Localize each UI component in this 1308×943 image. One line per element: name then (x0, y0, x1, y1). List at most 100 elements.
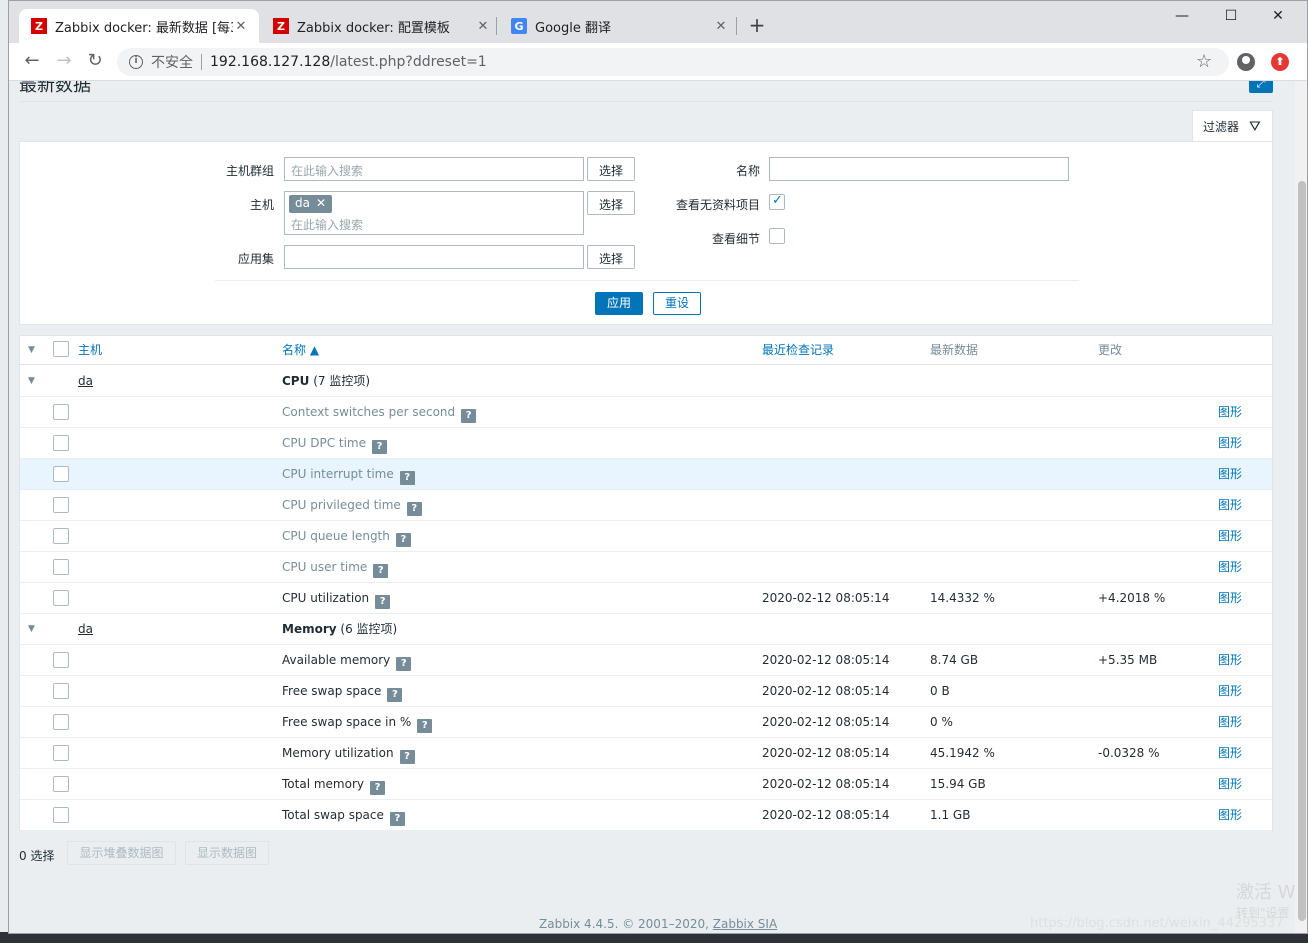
tab-strip: Z Zabbix docker: 最新数据 [每30秒 ✕ Z Zabbix d… (9, 1, 1307, 43)
extension-icon[interactable]: ⬆ (1271, 53, 1289, 71)
divider (19, 101, 1273, 102)
graph-link[interactable]: 图形 (1218, 676, 1242, 706)
host-group-input[interactable]: 在此输入搜索 (284, 157, 584, 181)
collapse-group-icon[interactable]: ▼ (28, 614, 35, 644)
help-icon[interactable]: ? (375, 595, 391, 609)
page-scrollbar[interactable] (1295, 81, 1307, 933)
column-last-check[interactable]: 最近检查记录 (762, 336, 834, 364)
item-count: (7 监控项) (313, 374, 371, 388)
filter-tab[interactable]: 过滤器 ⛛ (1192, 110, 1273, 142)
table-row: Context switches per second? 图形 (20, 397, 1272, 428)
forward-icon[interactable]: → (53, 51, 75, 73)
graph-link[interactable]: 图形 (1218, 428, 1242, 458)
tab-close-icon[interactable]: ✕ (713, 19, 729, 34)
scroll-thumb[interactable] (1298, 181, 1306, 921)
help-icon[interactable]: ? (387, 688, 403, 702)
help-icon[interactable]: ? (461, 409, 477, 423)
last-value: 15.94 GB (930, 777, 986, 791)
item-name-cell: Context switches per second? (282, 397, 477, 427)
row-checkbox[interactable] (53, 435, 69, 451)
row-checkbox[interactable] (53, 807, 69, 823)
host-link[interactable]: da (78, 614, 93, 644)
stacked-graph-button[interactable]: 显示堆叠数据图 (67, 841, 176, 865)
graph-link[interactable]: 图形 (1218, 707, 1242, 737)
url-host: 192.168.127.128 (210, 54, 331, 70)
column-host[interactable]: 主机 (78, 336, 102, 364)
row-checkbox[interactable] (53, 776, 69, 792)
item-name: Free swap space (282, 684, 382, 698)
tab-config-template[interactable]: Z Zabbix docker: 配置模板 ✕ (261, 9, 501, 43)
tab-title: Zabbix docker: 配置模板 (297, 20, 450, 36)
help-icon[interactable]: ? (389, 812, 405, 826)
remove-chip-icon[interactable]: ✕ (316, 196, 326, 210)
graph-button[interactable]: 显示数据图 (185, 841, 269, 865)
row-checkbox[interactable] (53, 559, 69, 575)
help-icon[interactable]: ? (369, 781, 385, 795)
graph-link[interactable]: 图形 (1218, 552, 1242, 582)
help-icon[interactable]: ? (406, 502, 422, 516)
graph-link[interactable]: 图形 (1218, 769, 1242, 799)
info-icon[interactable]: i (129, 55, 143, 69)
bookmark-star-icon[interactable]: ☆ (1196, 51, 1212, 72)
column-name[interactable]: 名称 ▲ (282, 336, 319, 364)
row-checkbox[interactable] (53, 590, 69, 606)
help-icon[interactable]: ? (395, 533, 411, 547)
help-icon[interactable]: ? (372, 440, 387, 454)
application-select-button[interactable]: 选择 (587, 245, 635, 269)
host-multiselect[interactable]: da ✕ 在此输入搜索 (284, 191, 584, 235)
select-all-checkbox[interactable] (53, 341, 69, 357)
graph-link[interactable]: 图形 (1218, 583, 1242, 613)
show-details-checkbox[interactable] (769, 228, 785, 244)
application-input[interactable] (284, 245, 584, 269)
collapse-all-icon[interactable]: ▼ (28, 336, 35, 364)
tab-close-icon[interactable]: ✕ (475, 19, 491, 34)
host-select-button[interactable]: 选择 (587, 191, 635, 215)
graph-link[interactable]: 图形 (1218, 800, 1242, 830)
new-tab-button[interactable]: + (746, 15, 768, 37)
zabbix-sia-link[interactable]: Zabbix SIA (713, 917, 777, 931)
help-icon[interactable]: ? (373, 564, 389, 578)
host-link[interactable]: da (78, 366, 93, 396)
help-icon[interactable]: ? (417, 719, 433, 733)
row-checkbox[interactable] (53, 497, 69, 513)
row-checkbox[interactable] (53, 745, 69, 761)
reload-icon[interactable]: ↻ (84, 51, 106, 73)
row-checkbox[interactable] (53, 714, 69, 730)
page-title: 最新数据 (19, 81, 91, 96)
row-checkbox[interactable] (53, 404, 69, 420)
graph-link[interactable]: 图形 (1218, 738, 1242, 768)
show-items-without-data-checkbox[interactable] (769, 193, 785, 210)
help-icon[interactable]: ? (399, 471, 415, 485)
last-value: 0 % (930, 715, 953, 729)
reset-button[interactable]: 重设 (653, 292, 701, 315)
browser-window: Z Zabbix docker: 最新数据 [每30秒 ✕ Z Zabbix d… (8, 0, 1308, 934)
row-checkbox[interactable] (53, 528, 69, 544)
close-window-button[interactable]: ✕ (1255, 5, 1301, 31)
account-icon[interactable] (1237, 53, 1255, 71)
row-checkbox[interactable] (53, 683, 69, 699)
help-icon[interactable]: ? (399, 750, 415, 764)
minimize-button[interactable]: — (1159, 5, 1205, 31)
row-checkbox[interactable] (53, 466, 69, 482)
graph-link[interactable]: 图形 (1218, 490, 1242, 520)
address-bar[interactable]: i 不安全 192.168.127.128 /latest.php?ddrese… (117, 48, 1229, 76)
graph-link[interactable]: 图形 (1218, 459, 1242, 489)
name-input[interactable] (769, 157, 1069, 181)
maximize-button[interactable]: ☐ (1208, 5, 1254, 31)
collapse-group-icon[interactable]: ▼ (28, 366, 35, 396)
tab-close-icon[interactable]: ✕ (233, 19, 249, 34)
graph-link[interactable]: 图形 (1218, 645, 1242, 675)
item-name-cell: CPU queue length? (282, 521, 411, 551)
back-icon[interactable]: ← (21, 51, 43, 73)
help-icon[interactable]: ? (396, 657, 412, 671)
apply-button[interactable]: 应用 (595, 292, 643, 315)
graph-link[interactable]: 图形 (1218, 521, 1242, 551)
row-checkbox[interactable] (53, 652, 69, 668)
graph-link[interactable]: 图形 (1218, 397, 1242, 427)
fullscreen-button[interactable]: ⤢ (1249, 81, 1273, 93)
desktop-background (0, 0, 8, 943)
last-check: 2020-02-12 08:05:14 (762, 653, 890, 667)
tab-google-translate[interactable]: G Google 翻译 ✕ (499, 9, 739, 43)
host-group-select-button[interactable]: 选择 (587, 157, 635, 181)
tab-latest-data[interactable]: Z Zabbix docker: 最新数据 [每30秒 ✕ (19, 9, 259, 43)
